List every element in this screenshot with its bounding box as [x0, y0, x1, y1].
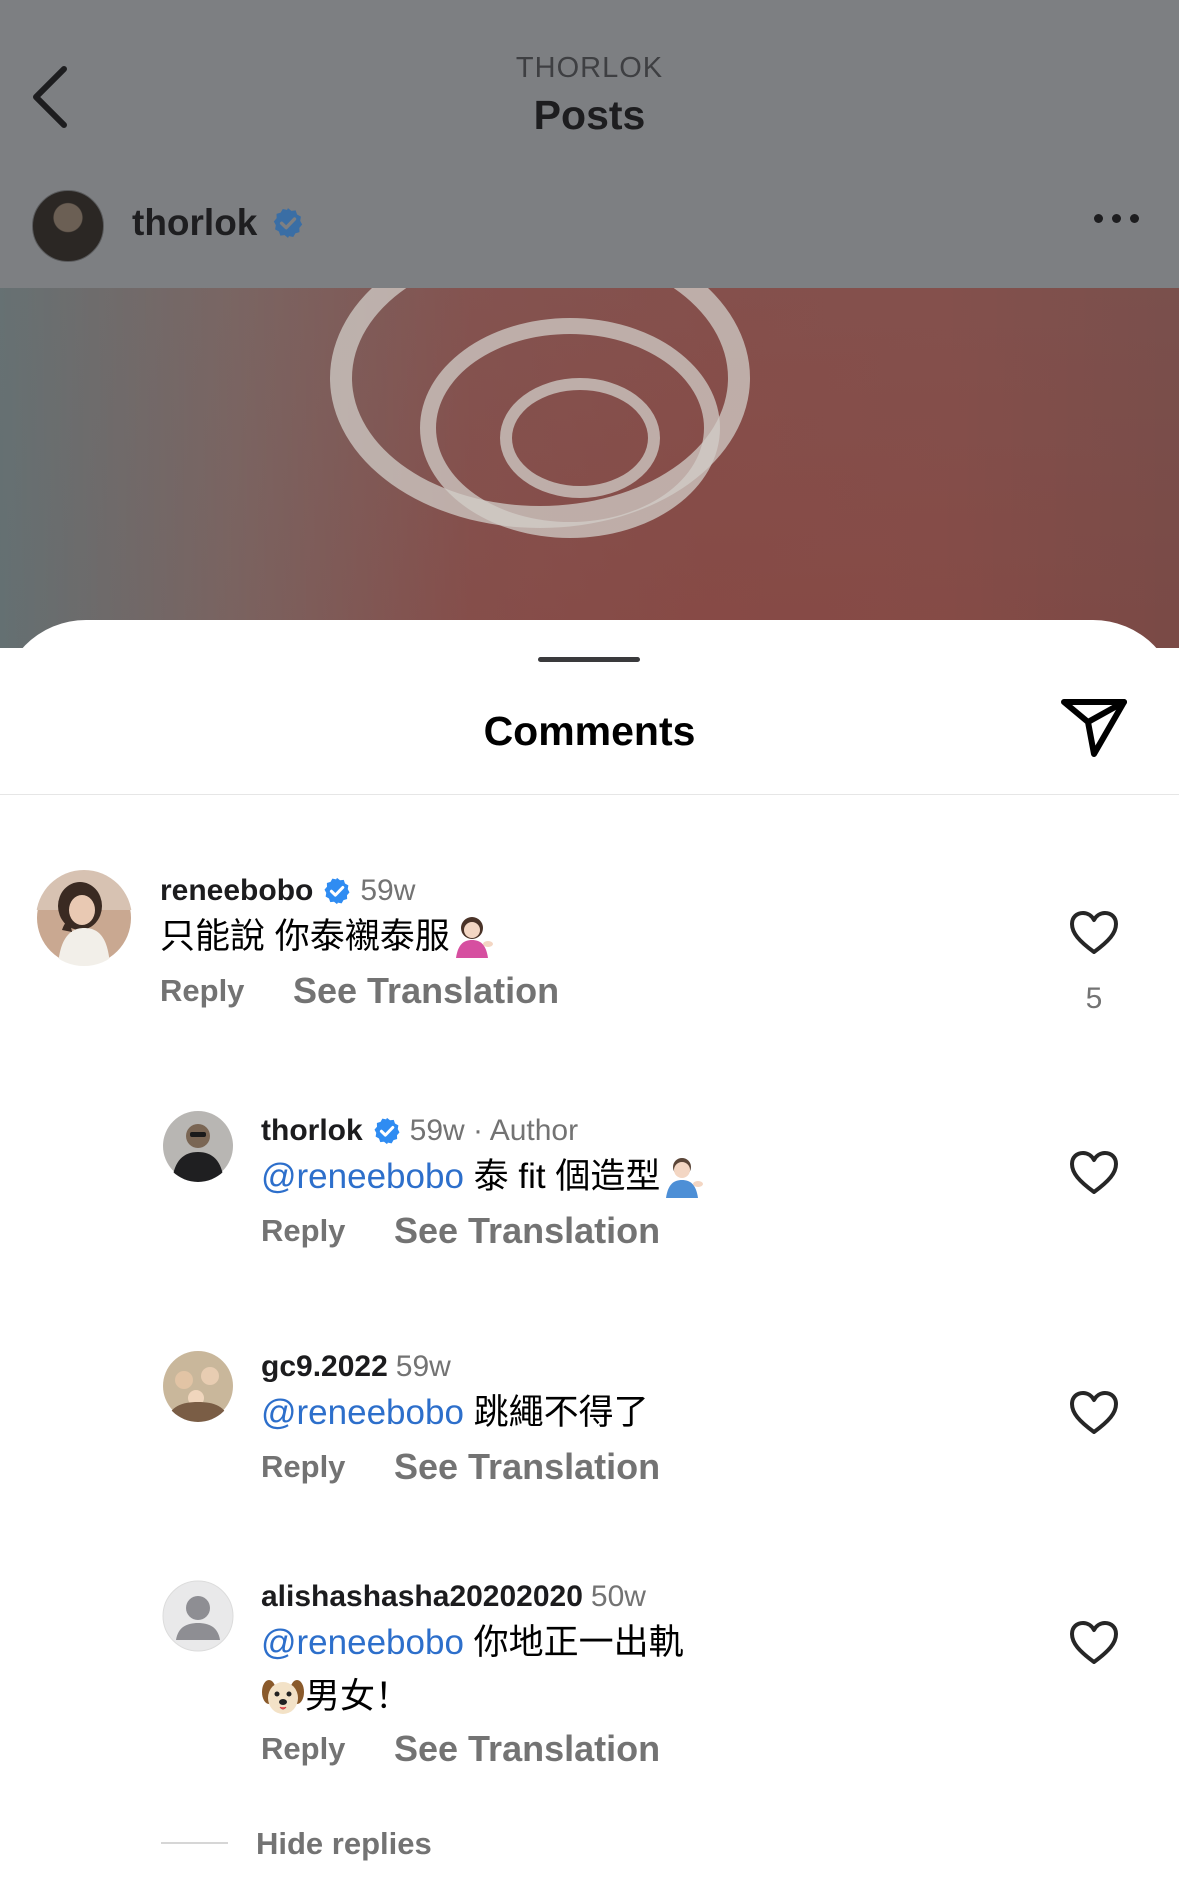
reply-button[interactable]: Reply [261, 1449, 394, 1485]
mention-link[interactable]: @reneebobo [261, 1393, 464, 1432]
comments-sheet: Comments reneebobo 59w 只能說 你泰襯泰服 Reply S… [0, 620, 1179, 1893]
top-navigation-bar: THORLOK Posts [0, 0, 1179, 170]
like-button[interactable] [1069, 910, 1119, 956]
avatar[interactable] [162, 1350, 234, 1422]
like-count: 5 [1085, 982, 1103, 1015]
send-icon [1061, 699, 1127, 757]
account-label: THORLOK [515, 52, 664, 84]
page-title: Posts [533, 92, 646, 138]
dot-icon [1112, 214, 1121, 223]
avatar[interactable] [162, 1110, 234, 1182]
comment-text: @reneebobo 你地正一出軌 [261, 1616, 684, 1670]
comment-username[interactable]: thorlok [261, 1114, 363, 1148]
instagram-comments-screen: THORLOK Posts thorlok Comments reneebobo… [0, 0, 1179, 1893]
comment-body-line2: 男女！ [305, 1677, 411, 1716]
person-tipping-hand-emoji-icon [455, 917, 493, 958]
comment-timestamp: 59w [360, 874, 416, 907]
hide-replies-button[interactable]: Hide replies [256, 1826, 432, 1862]
comment-text: @reneebobo 跳繩不得了 [261, 1386, 649, 1440]
like-button[interactable] [1069, 1390, 1119, 1436]
avatar-photo [36, 870, 132, 966]
comment-username[interactable]: gc9.2022 [261, 1350, 388, 1384]
heart-icon [1070, 1621, 1118, 1664]
verified-badge-icon [322, 876, 352, 906]
see-translation-button[interactable]: See Translation [293, 970, 559, 1012]
see-translation-button[interactable]: See Translation [394, 1446, 660, 1488]
comment-text-line2: 男女！ [261, 1670, 410, 1724]
comment-text: 只能說 你泰襯泰服 [160, 910, 494, 964]
verified-badge-icon [372, 1116, 402, 1146]
post-author[interactable]: thorlok [132, 202, 305, 244]
reply-button[interactable]: Reply [261, 1213, 394, 1249]
avatar[interactable] [36, 870, 132, 966]
mention-link[interactable]: @reneebobo [261, 1157, 464, 1196]
like-button[interactable] [1069, 1150, 1119, 1196]
dog-face-emoji-icon [262, 1680, 304, 1714]
heart-icon [1070, 1151, 1118, 1194]
avatar-photo [163, 1111, 233, 1182]
heart-icon [1070, 1391, 1118, 1434]
comment-timestamp: 59w · Author [409, 1114, 579, 1147]
see-translation-button[interactable]: See Translation [394, 1728, 660, 1770]
man-tipping-hand-emoji-icon [666, 1158, 704, 1198]
share-button[interactable] [1058, 694, 1130, 760]
reply-button[interactable]: Reply [261, 1731, 394, 1767]
see-translation-button[interactable]: See Translation [394, 1210, 660, 1252]
comment-text: @reneebobo 泰 fit 個造型 [261, 1150, 704, 1204]
mention-link[interactable]: @reneebobo [261, 1623, 464, 1662]
divider [0, 794, 1179, 795]
reply-button[interactable]: Reply [160, 973, 293, 1009]
comment-body: 只能說 你泰襯泰服 [160, 917, 450, 956]
comments-title: Comments [483, 708, 696, 754]
comment-timestamp: 50w [590, 1580, 646, 1613]
avatar[interactable] [162, 1580, 234, 1652]
comment-timestamp: 59w [395, 1350, 451, 1383]
comment-username[interactable]: reneebobo [160, 874, 313, 908]
default-avatar-icon [162, 1580, 234, 1652]
divider [161, 1842, 228, 1844]
post-image-decoration [500, 378, 660, 498]
dot-icon [1130, 214, 1139, 223]
comment-body: 跳繩不得了 [473, 1393, 649, 1432]
dot-icon [1094, 214, 1103, 223]
more-options-button[interactable] [1094, 214, 1139, 223]
post-image [0, 288, 1179, 648]
avatar[interactable] [32, 190, 104, 262]
verified-badge-icon [274, 208, 303, 238]
post-header: thorlok [0, 170, 1179, 288]
heart-icon [1070, 911, 1118, 954]
avatar-photo [163, 1351, 233, 1422]
comment-body: 泰 fit 個造型 [473, 1157, 661, 1196]
like-button[interactable] [1069, 1620, 1119, 1666]
post-author-username: thorlok [132, 202, 258, 243]
comment-username[interactable]: alishashasha20202020 [261, 1580, 583, 1614]
sheet-grabber[interactable] [538, 657, 640, 662]
comment-body: 你地正一出軌 [473, 1623, 684, 1662]
